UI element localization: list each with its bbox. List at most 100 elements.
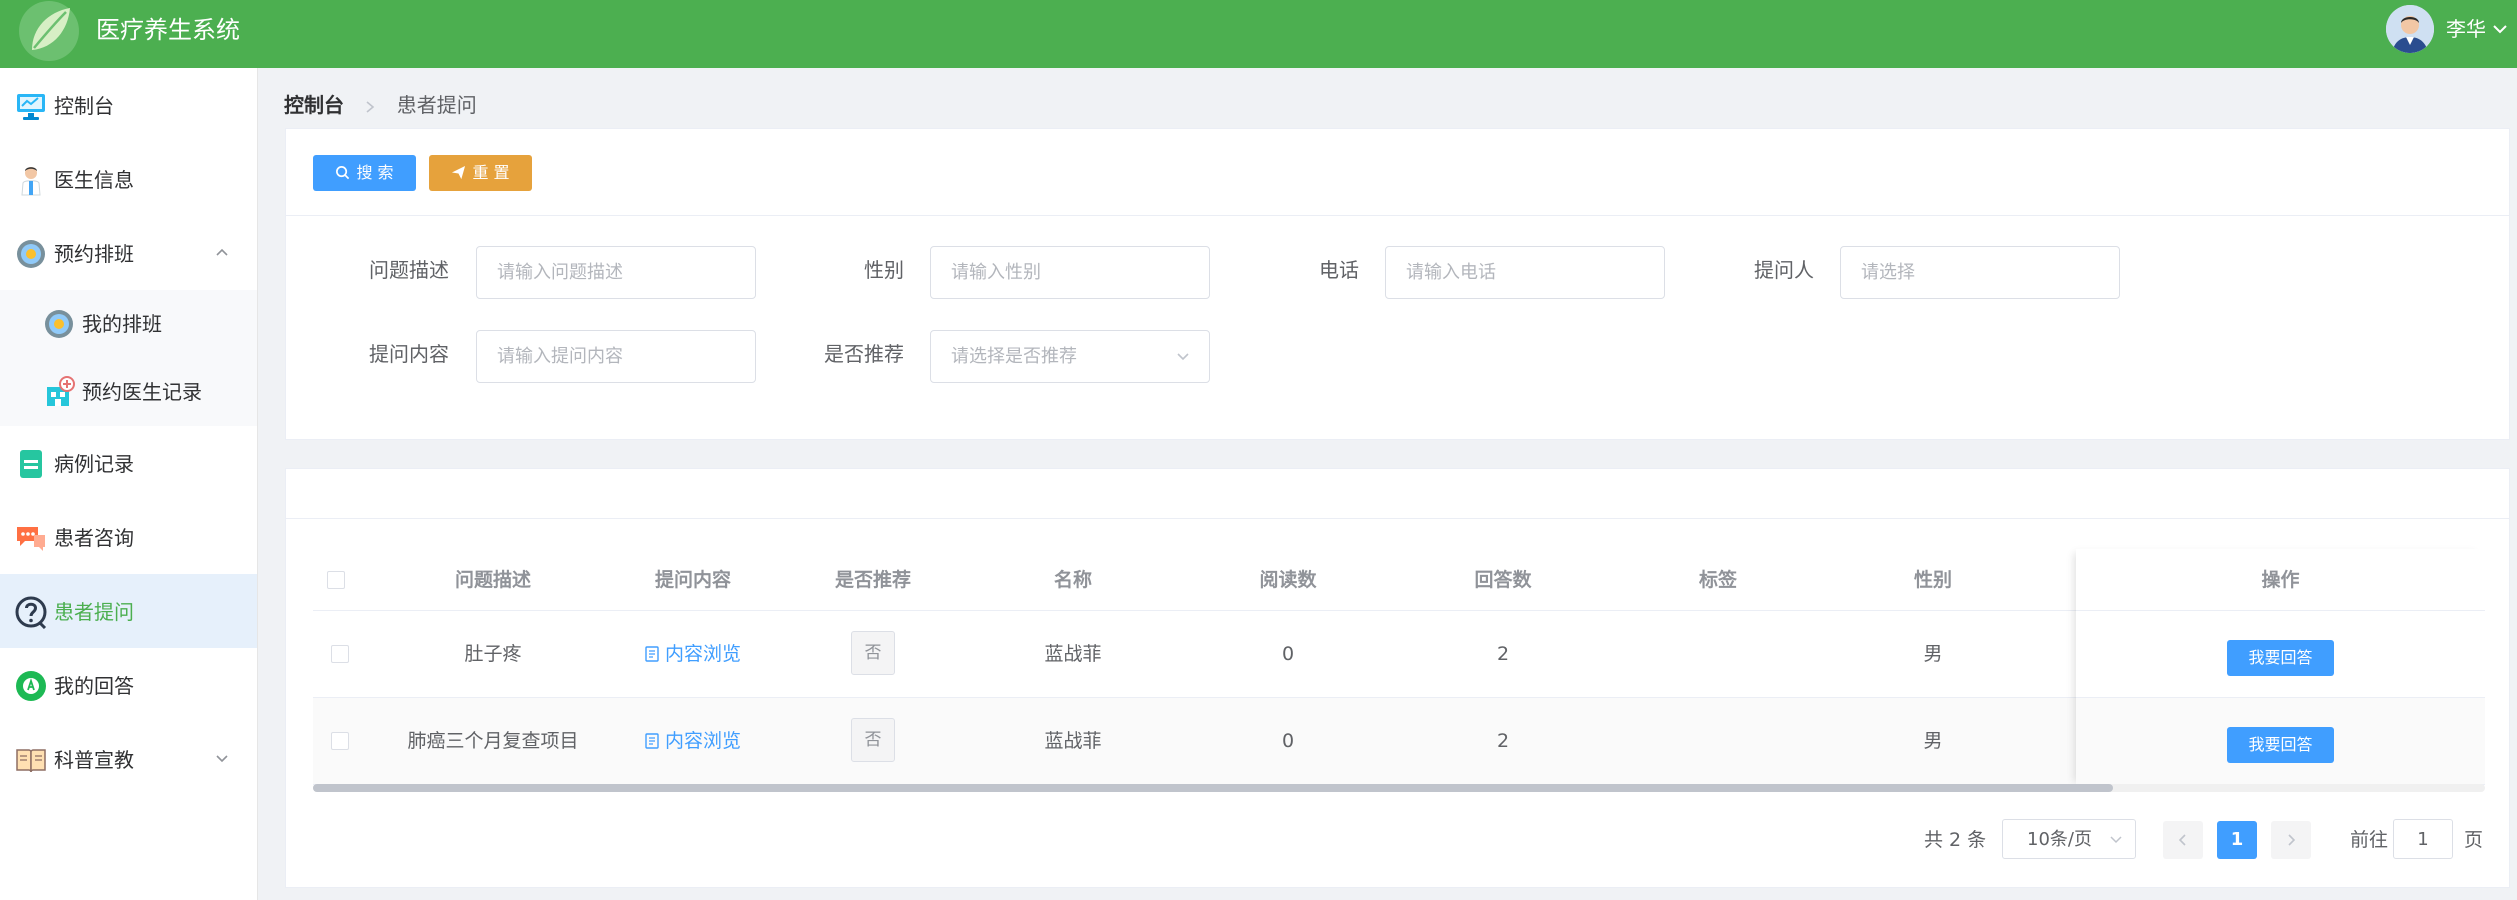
- filter-label-description: 问题描述: [369, 258, 449, 282]
- cell-content: 内容浏览: [593, 727, 793, 755]
- sidebar-item-my-answers[interactable]: 我的回答: [0, 648, 257, 722]
- recommend-tag: 否: [851, 718, 895, 762]
- sidebar-item-label: 患者提问: [54, 600, 134, 624]
- table-panel: 问题描述 提问内容 是否推荐 名称 阅读数 回答数 标签 性别 操作 肚子疼 内…: [285, 468, 2510, 888]
- view-content-link[interactable]: 内容浏览: [645, 643, 741, 665]
- sidebar-item-education[interactable]: 科普宣教: [0, 722, 257, 796]
- row-checkbox[interactable]: [331, 645, 349, 663]
- column-header-reads: 阅读数: [1259, 569, 1317, 591]
- sidebar-subitem-appointment-records[interactable]: 预约医生记录: [0, 358, 257, 426]
- sidebar-item-label: 科普宣教: [54, 748, 134, 772]
- sidebar-item-label: 预约排班: [54, 242, 134, 266]
- sidebar-item-consultation[interactable]: 患者咨询: [0, 500, 257, 574]
- reset-button[interactable]: 重 置: [429, 155, 532, 191]
- cell-reads: 0: [1281, 643, 1295, 665]
- gear-flower-icon: [17, 240, 45, 268]
- next-page-button[interactable]: [2271, 821, 2311, 859]
- column-header-gender: 性别: [1913, 569, 1952, 591]
- monitor-icon: [17, 94, 45, 120]
- search-button-label: 搜 索: [356, 163, 394, 182]
- sidebar-subitem-my-schedule[interactable]: 我的排班: [0, 290, 257, 358]
- description-input[interactable]: [476, 246, 756, 299]
- phone-input[interactable]: [1385, 246, 1665, 299]
- chevron-right-icon: [2288, 834, 2296, 846]
- breadcrumb: 控制台 患者提问: [284, 90, 477, 120]
- sidebar-subitem-label: 我的排班: [82, 312, 162, 336]
- cell-description: 肺癌三个月复查项目: [407, 730, 579, 752]
- recommend-select-placeholder: 请选择是否推荐: [951, 346, 1077, 367]
- cell-gender: 男: [1923, 643, 1943, 665]
- cell-name: 蓝战菲: [1044, 643, 1102, 665]
- page-size-select[interactable]: 10条/页: [2002, 819, 2136, 859]
- column-header-name: 名称: [1053, 569, 1092, 591]
- gear-flower-icon: [45, 310, 73, 338]
- cell-description: 肚子疼: [464, 643, 522, 665]
- divider: [286, 518, 2509, 519]
- select-all-checkbox[interactable]: [327, 571, 345, 589]
- sidebar-item-label: 控制台: [54, 94, 114, 118]
- sidebar-subitem-label: 预约医生记录: [82, 380, 202, 404]
- search-button[interactable]: 搜 索: [313, 155, 416, 191]
- content-input[interactable]: [476, 330, 756, 383]
- send-icon: [452, 165, 466, 180]
- sidebar-item-dashboard[interactable]: 控制台: [0, 68, 257, 142]
- document-icon: [645, 733, 659, 749]
- row-checkbox[interactable]: [331, 732, 349, 750]
- sidebar-item-label: 我的回答: [54, 674, 134, 698]
- prev-page-button[interactable]: [2163, 821, 2203, 859]
- cell-content: 内容浏览: [593, 640, 793, 668]
- chevron-up-icon: [216, 248, 228, 256]
- divider: [286, 215, 2509, 216]
- question-circle-icon: [15, 596, 47, 629]
- cell-answers: 2: [1496, 730, 1510, 752]
- sidebar: 控制台 医生信息 预约排班 我的排班 预约医生记录 病例记录 患者咨询 患者提问…: [0, 68, 258, 900]
- pagination-total: 共 2 条: [1924, 829, 1987, 851]
- cell-reads: 0: [1281, 730, 1295, 752]
- filter-label-content: 提问内容: [369, 342, 449, 366]
- horizontal-scrollbar[interactable]: [313, 784, 2485, 792]
- chevron-down-icon: [216, 755, 228, 763]
- gender-input[interactable]: [930, 246, 1210, 299]
- cell-answers: 2: [1496, 643, 1510, 665]
- page-number-current[interactable]: 1: [2217, 821, 2257, 859]
- filter-label-recommend: 是否推荐: [824, 342, 904, 366]
- column-header-content: 提问内容: [654, 569, 731, 591]
- book-icon: [16, 749, 46, 773]
- chevron-left-icon: [2178, 834, 2186, 846]
- view-content-label: 内容浏览: [664, 730, 741, 752]
- column-header-tags: 标签: [1698, 569, 1737, 591]
- chevron-down-icon: [2110, 836, 2122, 844]
- filter-label-phone: 电话: [1319, 258, 1359, 282]
- answer-badge-icon: [16, 671, 46, 701]
- user-name[interactable]: 李华: [2446, 16, 2486, 42]
- search-icon: [336, 166, 350, 180]
- sidebar-item-label: 医生信息: [54, 168, 134, 192]
- sidebar-item-label: 患者咨询: [54, 526, 134, 550]
- filter-label-gender: 性别: [864, 258, 904, 282]
- cell-gender: 男: [1923, 730, 1943, 752]
- user-avatar[interactable]: [2386, 5, 2434, 53]
- chevron-down-icon[interactable]: [2492, 22, 2508, 36]
- sidebar-item-schedule[interactable]: 预约排班: [0, 216, 257, 290]
- cell-name: 蓝战菲: [1044, 730, 1102, 752]
- column-header-description: 问题描述: [454, 569, 531, 591]
- sidebar-item-case-records[interactable]: 病例记录: [0, 426, 257, 500]
- sidebar-item-questions[interactable]: 患者提问: [0, 574, 257, 648]
- scrollbar-thumb[interactable]: [313, 784, 2113, 792]
- chevron-right-icon: [366, 100, 375, 113]
- view-content-label: 内容浏览: [664, 643, 741, 665]
- sidebar-item-label: 病例记录: [54, 452, 134, 476]
- breadcrumb-current: 患者提问: [396, 93, 477, 117]
- column-header-recommend: 是否推荐: [834, 569, 911, 591]
- filter-label-asker: 提问人: [1754, 258, 1814, 282]
- chevron-down-icon: [1177, 353, 1189, 361]
- asker-input[interactable]: [1840, 246, 2120, 299]
- view-content-link[interactable]: 内容浏览: [645, 730, 741, 752]
- recommend-select[interactable]: 请选择是否推荐: [930, 330, 1210, 383]
- sidebar-item-doctor-info[interactable]: 医生信息: [0, 142, 257, 216]
- reset-button-label: 重 置: [472, 163, 510, 182]
- avatar-person-icon: [2386, 5, 2434, 53]
- breadcrumb-home[interactable]: 控制台: [284, 93, 344, 117]
- goto-page-input[interactable]: [2393, 819, 2453, 859]
- doctor-icon: [21, 167, 41, 196]
